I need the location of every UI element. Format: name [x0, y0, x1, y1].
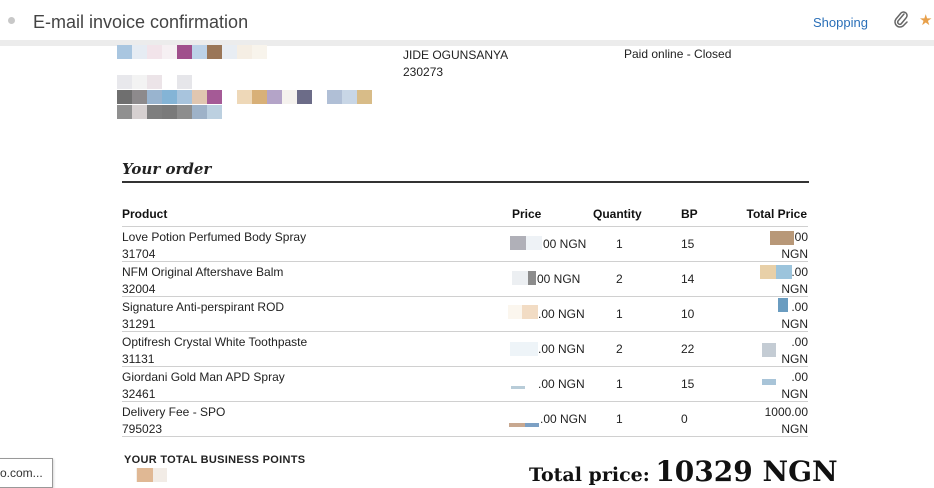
customer-name: JIDE OGUNSANYA: [403, 48, 509, 62]
total-amount: 10329 NGN: [655, 455, 838, 488]
redacted-total: [762, 379, 776, 385]
row-divider: [122, 261, 808, 262]
price-value: .00 NGN: [538, 342, 585, 356]
total-value: .00: [791, 265, 808, 279]
redacted-points: [137, 468, 153, 482]
total-value: .00: [791, 300, 808, 314]
total-label: Total price:: [529, 464, 650, 486]
attachment-icon[interactable]: [893, 10, 909, 28]
price-value: .00 NGN: [540, 412, 587, 426]
total-value: 1000.00: [764, 405, 808, 419]
star-icon[interactable]: ★: [919, 11, 932, 29]
row-divider: [122, 331, 808, 332]
product-name: Signature Anti-perspirant ROD: [122, 300, 285, 314]
redacted-price: [512, 271, 528, 285]
bp-value: 0: [681, 412, 688, 426]
bp-value: 15: [681, 377, 695, 391]
order-status: Paid online - Closed: [624, 47, 732, 61]
col-header-price: Price: [512, 207, 542, 221]
business-points-label: YOUR TOTAL BUSINESS POINTS: [124, 454, 306, 466]
total-value: 00: [794, 230, 808, 244]
redacted-total: [762, 343, 776, 357]
redacted-price: [509, 423, 525, 427]
quantity-value: 1: [616, 237, 623, 251]
row-divider: [122, 226, 808, 227]
row-divider: [122, 366, 808, 367]
product-name: Optifresh Crystal White Toothpaste: [122, 335, 308, 349]
redacted-price: [510, 342, 538, 356]
bp-value: 10: [681, 307, 695, 321]
redacted-total: [760, 265, 776, 279]
redacted-price: [528, 271, 536, 285]
redacted-total: [778, 298, 788, 312]
quantity-value: 2: [616, 342, 623, 356]
row-divider: [122, 436, 808, 437]
product-name: Delivery Fee - SPO: [122, 405, 226, 419]
price-value: 00 NGN: [543, 237, 587, 251]
total-value: .00: [791, 335, 808, 349]
col-header-bp: BP: [681, 207, 698, 221]
unread-dot-icon[interactable]: [8, 17, 15, 24]
grand-total: Total price: 10329 NGN: [529, 455, 838, 488]
redacted-price: [511, 386, 525, 389]
quantity-value: 1: [616, 412, 623, 426]
customer-info: JIDE OGUNSANYA 230273: [403, 47, 508, 81]
total-value: .00: [791, 370, 808, 384]
bp-value: 14: [681, 272, 695, 286]
category-label-link[interactable]: Shopping: [813, 15, 868, 30]
link-tooltip: o.com...: [0, 458, 53, 488]
redacted-price: [508, 305, 522, 319]
col-header-quantity: Quantity: [593, 207, 642, 221]
redacted-points: [153, 468, 167, 482]
redacted-price: [522, 305, 538, 319]
email-subject: E-mail invoice confirmation: [33, 12, 249, 32]
product-name: NFM Original Aftershave Balm: [122, 265, 284, 279]
col-header-product: Product: [122, 207, 168, 221]
bp-value: 15: [681, 237, 695, 251]
redacted-price: [526, 236, 542, 250]
section-rule: [122, 181, 809, 183]
customer-id: 230273: [403, 65, 444, 79]
quantity-value: 2: [616, 272, 623, 286]
product-name: Giordani Gold Man APD Spray: [122, 370, 285, 384]
price-value: .00 NGN: [538, 307, 585, 321]
product-name: Love Potion Perfumed Body Spray: [122, 230, 307, 244]
section-title: Your order: [122, 160, 212, 178]
quantity-value: 1: [616, 377, 623, 391]
col-header-total-price: Total Price: [746, 207, 807, 221]
row-divider: [122, 296, 808, 297]
price-value: 00 NGN: [537, 272, 581, 286]
redacted-price: [510, 236, 526, 250]
price-value: .00 NGN: [538, 377, 585, 391]
redacted-price: [525, 423, 539, 427]
quantity-value: 1: [616, 307, 623, 321]
redacted-total: [776, 265, 792, 279]
bp-value: 22: [681, 342, 695, 356]
row-divider: [122, 401, 808, 402]
message-header: E-mail invoice confirmation Shopping ★: [0, 0, 934, 40]
redacted-total: [770, 231, 794, 245]
